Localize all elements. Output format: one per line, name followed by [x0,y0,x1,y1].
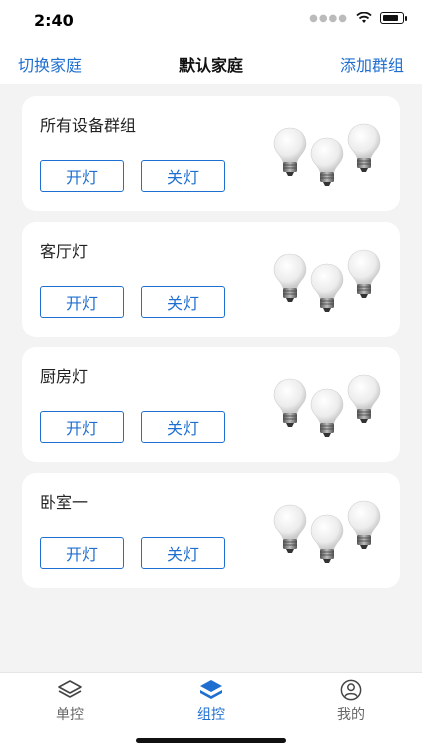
layers-filled-icon [200,680,222,699]
lights-on-button[interactable]: 开灯 [40,160,124,192]
layers-outline-icon [58,680,82,698]
group-card[interactable]: 卧室一 开灯 关灯 [22,473,400,588]
status-time: 2:40 [34,11,74,30]
group-name: 厨房灯 [40,367,89,386]
group-card[interactable]: 所有设备群组 开灯 关灯 [22,96,400,211]
status-icons: ●●●● [309,12,407,24]
light-bulbs-icon [272,493,382,573]
lights-off-button[interactable]: 关灯 [141,537,225,569]
lights-off-button[interactable]: 关灯 [141,160,225,192]
tab-label: 组控 [197,707,225,723]
group-name: 所有设备群组 [40,116,137,135]
lights-off-button[interactable]: 关灯 [141,286,225,318]
group-card[interactable]: 厨房灯 开灯 关灯 [22,347,400,462]
home-indicator [136,738,286,743]
tab-label: 我的 [337,707,365,723]
nav-bar: 切换家庭 默认家庭 添加群组 [0,44,422,84]
group-name: 客厅灯 [40,242,89,261]
tab-label: 单控 [56,707,84,723]
group-name: 卧室一 [40,493,89,512]
tab-mine[interactable]: 我的 [306,679,396,724]
tab-group-control[interactable]: 组控 [166,679,256,724]
lights-on-button[interactable]: 开灯 [40,537,124,569]
tab-bar: 单控 组控 我的 [0,672,422,751]
light-bulbs-icon [272,242,382,322]
tab-single-control[interactable]: 单控 [25,679,115,724]
user-icon [340,679,362,701]
light-bulbs-icon [272,367,382,447]
lights-on-button[interactable]: 开灯 [40,286,124,318]
wifi-icon [356,12,372,23]
status-bar: 2:40 ●●●● [0,0,422,44]
group-card[interactable]: 客厅灯 开灯 关灯 [22,222,400,337]
cellular-signal-icon: ●●●● [309,12,348,24]
lights-on-button[interactable]: 开灯 [40,411,124,443]
lights-off-button[interactable]: 关灯 [141,411,225,443]
add-group-button[interactable]: 添加群组 [340,52,404,76]
light-bulbs-icon [272,116,382,196]
battery-icon [380,12,407,24]
